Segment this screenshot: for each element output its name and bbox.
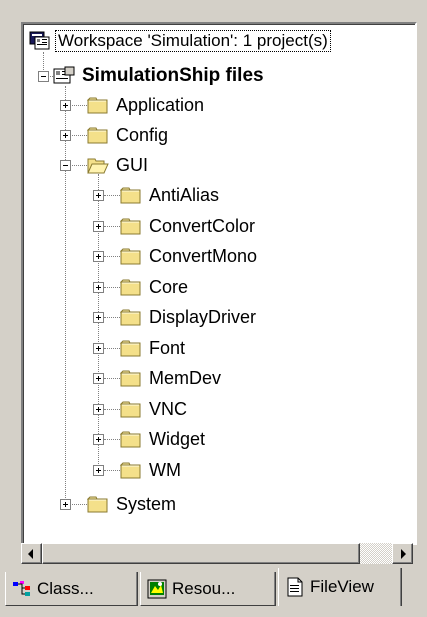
folder-icon: [120, 338, 142, 358]
workspace-icon: [29, 31, 50, 50]
collapse-icon[interactable]: [38, 71, 49, 82]
folder-gui-child[interactable]: Widget: [120, 424, 208, 454]
folder-gui-child[interactable]: Font: [120, 333, 188, 363]
folder-gui-child[interactable]: AntiAlias: [120, 180, 222, 210]
file-tree: Workspace 'Simulation': 1 project(s) Sim…: [23, 24, 415, 543]
tab-classview[interactable]: Class...: [5, 572, 138, 606]
folder-label: VNC: [149, 398, 188, 419]
folder-gui-child[interactable]: ConvertColor: [120, 211, 258, 241]
folder-icon: [120, 307, 142, 327]
folder-icon: [120, 216, 142, 236]
tree-connector: [104, 226, 120, 227]
folder-gui-child[interactable]: VNC: [120, 394, 190, 424]
tree-connector: [104, 439, 120, 440]
expand-icon[interactable]: [60, 499, 71, 510]
folder-config[interactable]: Config: [87, 120, 171, 150]
folder-icon: [87, 494, 109, 514]
file-view-icon: [287, 577, 303, 597]
folder-gui-child[interactable]: DisplayDriver: [120, 302, 259, 332]
resource-view-icon: [147, 579, 167, 598]
tab-label: Resou...: [172, 578, 236, 598]
folder-icon: [120, 246, 142, 266]
expand-icon[interactable]: [60, 130, 71, 141]
folder-gui-child[interactable]: MemDev: [120, 363, 224, 393]
folder-icon: [120, 460, 142, 480]
open-folder-icon: [87, 155, 109, 175]
folder-icon: [120, 429, 142, 449]
expand-icon[interactable]: [60, 100, 71, 111]
scroll-left-button[interactable]: [21, 543, 42, 564]
scrollbar-thumb[interactable]: [42, 543, 360, 564]
expand-icon[interactable]: [93, 373, 104, 384]
expand-icon[interactable]: [93, 282, 104, 293]
folder-gui-child[interactable]: WM: [120, 455, 184, 485]
tree-connector: [104, 409, 120, 410]
folder-label: Application: [116, 94, 205, 115]
folder-gui-child[interactable]: ConvertMono: [120, 241, 260, 271]
project-label: SimulationShip files: [82, 65, 264, 86]
folder-icon: [120, 277, 142, 297]
folder-label: Widget: [149, 428, 206, 449]
folder-label: System: [116, 493, 177, 514]
tree-connector: [104, 470, 120, 471]
tree-connector: [65, 86, 66, 504]
file-tree-pane[interactable]: Workspace 'Simulation': 1 project(s) Sim…: [21, 22, 417, 545]
tree-connector: [104, 348, 120, 349]
tab-fileview[interactable]: FileView: [278, 568, 402, 606]
expand-icon[interactable]: [93, 221, 104, 232]
expand-icon[interactable]: [93, 343, 104, 354]
collapse-icon[interactable]: [60, 160, 71, 171]
folder-label: AntiAlias: [149, 184, 220, 205]
tab-label: Class...: [37, 578, 94, 598]
folder-gui[interactable]: GUI: [87, 150, 151, 180]
scroll-right-button[interactable]: [392, 543, 413, 564]
tab-label: FileView: [310, 577, 374, 596]
fileview-window: Workspace 'Simulation': 1 project(s) Sim…: [0, 0, 427, 617]
view-tabs: Class... Resou... FileView: [0, 568, 427, 617]
tree-connector: [104, 378, 120, 379]
tree-connector: [104, 287, 120, 288]
expand-icon[interactable]: [93, 190, 104, 201]
folder-label: ConvertMono: [149, 245, 258, 266]
folder-label: ConvertColor: [149, 215, 256, 236]
expand-icon[interactable]: [93, 404, 104, 415]
folder-label: Font: [149, 337, 186, 358]
tab-resourceview[interactable]: Resou...: [140, 572, 276, 606]
tree-connector: [104, 256, 120, 257]
folder-icon: [120, 185, 142, 205]
folder-gui-child[interactable]: Core: [120, 272, 191, 302]
arrow-left-icon: [28, 549, 33, 559]
expand-icon[interactable]: [93, 465, 104, 476]
expand-icon[interactable]: [93, 434, 104, 445]
arrow-right-icon: [401, 549, 406, 559]
folder-system[interactable]: System: [87, 489, 179, 519]
project-node[interactable]: SimulationShip files: [53, 61, 267, 91]
folder-label: Core: [149, 276, 189, 297]
folder-label: GUI: [116, 154, 149, 175]
project-icon: [53, 66, 75, 84]
tree-connector: [104, 317, 120, 318]
folder-label: WM: [149, 459, 181, 480]
workspace-label: Workspace 'Simulation': 1 project(s): [55, 30, 331, 52]
folder-label: Config: [116, 124, 169, 145]
expand-icon[interactable]: [93, 251, 104, 262]
folder-label: DisplayDriver: [149, 306, 257, 327]
folder-icon: [120, 399, 142, 419]
folder-icon: [120, 368, 142, 388]
folder-application[interactable]: Application: [87, 90, 207, 120]
horizontal-scrollbar[interactable]: [21, 543, 413, 564]
expand-icon[interactable]: [93, 312, 104, 323]
folder-label: MemDev: [149, 367, 222, 388]
tree-connector: [98, 174, 99, 474]
folder-icon: [87, 125, 109, 145]
tree-connector: [104, 195, 120, 196]
folder-icon: [87, 95, 109, 115]
class-view-icon: [13, 580, 30, 596]
workspace-root[interactable]: Workspace 'Simulation': 1 project(s): [29, 26, 331, 56]
